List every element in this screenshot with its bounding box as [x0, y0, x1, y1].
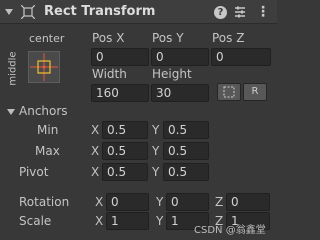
rect-transform-icon: [21, 5, 35, 19]
context-menu-icon[interactable]: ⋮: [256, 3, 270, 21]
anchor-min-y-field[interactable]: 0.5: [163, 121, 209, 139]
pivot-y-label: Y: [152, 165, 160, 179]
fold-arrow-icon[interactable]: [5, 9, 13, 15]
pivot-x-label: X: [91, 165, 100, 179]
rotation-z-label: Z: [215, 195, 224, 209]
blueprint-icon: [223, 86, 235, 98]
pos-x-field[interactable]: 0: [91, 48, 149, 66]
anchor-preset-icon: [30, 53, 58, 81]
rotation-y-label: Y: [156, 195, 164, 209]
anchors-fold-arrow-icon[interactable]: [7, 109, 15, 115]
scale-label: Scale: [19, 214, 52, 228]
pos-z-label: Pos Z: [212, 31, 245, 45]
width-field[interactable]: 160: [91, 84, 149, 102]
pivot-label: Pivot: [19, 165, 49, 179]
rotation-x-field[interactable]: 0: [106, 193, 149, 211]
anchor-max-y-label: Y: [152, 144, 160, 158]
anchor-vertical-label: middle: [7, 51, 19, 86]
anchor-max-x-label: X: [91, 144, 100, 158]
anchor-horizontal-label: center: [29, 32, 65, 45]
pos-y-field[interactable]: 0: [151, 48, 209, 66]
raw-edit-button[interactable]: R: [243, 83, 267, 101]
rotation-x-label: X: [95, 195, 104, 209]
scale-y-label: Y: [156, 214, 164, 228]
pos-x-label: Pos X: [92, 31, 125, 45]
anchor-presets-button[interactable]: [28, 51, 60, 83]
rotation-y-field[interactable]: 0: [166, 193, 209, 211]
rotation-z-field[interactable]: 0: [226, 193, 270, 211]
height-label: Height: [152, 67, 192, 81]
anchor-min-x-field[interactable]: 0.5: [102, 121, 148, 139]
scale-x-field[interactable]: 1: [106, 212, 149, 230]
scale-x-label: X: [95, 214, 104, 228]
blueprint-mode-button[interactable]: [217, 83, 241, 101]
anchor-max-label: Max: [35, 144, 60, 158]
pos-z-field[interactable]: 0: [211, 48, 271, 66]
anchors-label[interactable]: Anchors: [19, 104, 68, 118]
height-field[interactable]: 30: [151, 84, 209, 102]
help-icon[interactable]: ?: [214, 6, 227, 19]
pivot-y-field[interactable]: 0.5: [163, 163, 209, 181]
watermark: CSDN @翁鑫堂: [194, 225, 266, 236]
component-title: Rect Transform: [44, 4, 156, 19]
anchor-min-label: Min: [37, 123, 59, 137]
anchor-max-x-field[interactable]: 0.5: [102, 142, 148, 160]
width-label: Width: [92, 67, 127, 81]
preset-icon[interactable]: [233, 5, 247, 19]
pos-y-label: Pos Y: [152, 31, 184, 45]
pivot-x-field[interactable]: 0.5: [102, 163, 148, 181]
anchor-min-y-label: Y: [152, 123, 160, 137]
rotation-label: Rotation: [19, 195, 70, 209]
anchor-max-y-field[interactable]: 0.5: [163, 142, 209, 160]
anchor-min-x-label: X: [91, 123, 100, 137]
